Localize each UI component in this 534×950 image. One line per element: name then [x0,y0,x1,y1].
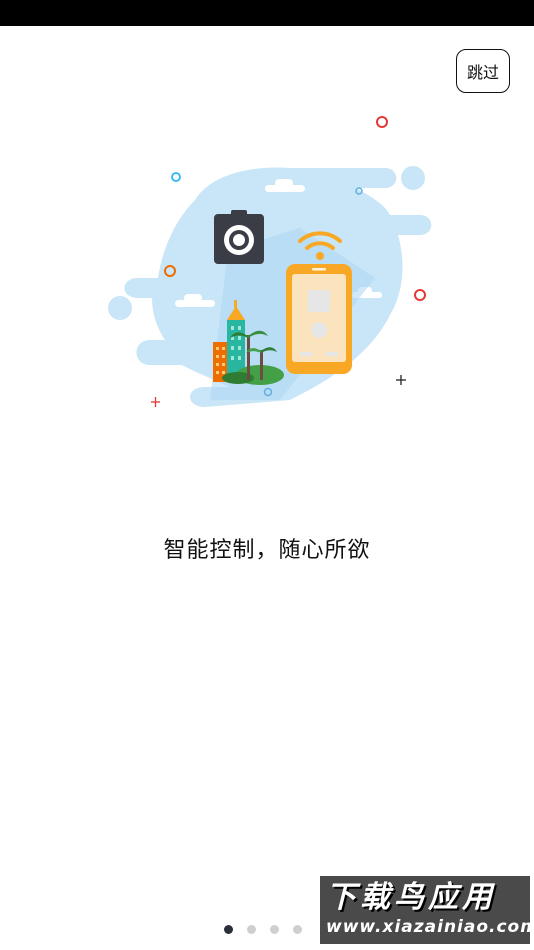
plus-decoration [396,375,406,385]
onboarding-screen: 跳过 智能控制，随心所欲 下载鸟应用 www.xiazainiao.com [0,0,534,950]
page-dot[interactable] [293,925,302,934]
site-watermark: 下载鸟应用 www.xiazainiao.com [320,876,534,944]
status-bar [0,0,534,26]
skip-button[interactable]: 跳过 [456,49,510,93]
page-indicator [224,925,302,934]
watermark-url: www.xiazainiao.com [326,917,534,937]
page-dot[interactable] [247,925,256,934]
camera-icon [214,210,264,264]
plus-decoration [151,397,160,407]
page-dot[interactable] [270,925,279,934]
ring-decoration [414,289,426,301]
ring-decoration [171,172,181,182]
watermark-title: 下载鸟应用 [326,880,496,915]
smart-home-illustration [108,116,432,407]
onboarding-slogan: 智能控制，随心所欲 [163,538,371,563]
phone-icon [286,264,352,374]
page-dot[interactable] [224,925,233,934]
ring-decoration [376,116,388,128]
